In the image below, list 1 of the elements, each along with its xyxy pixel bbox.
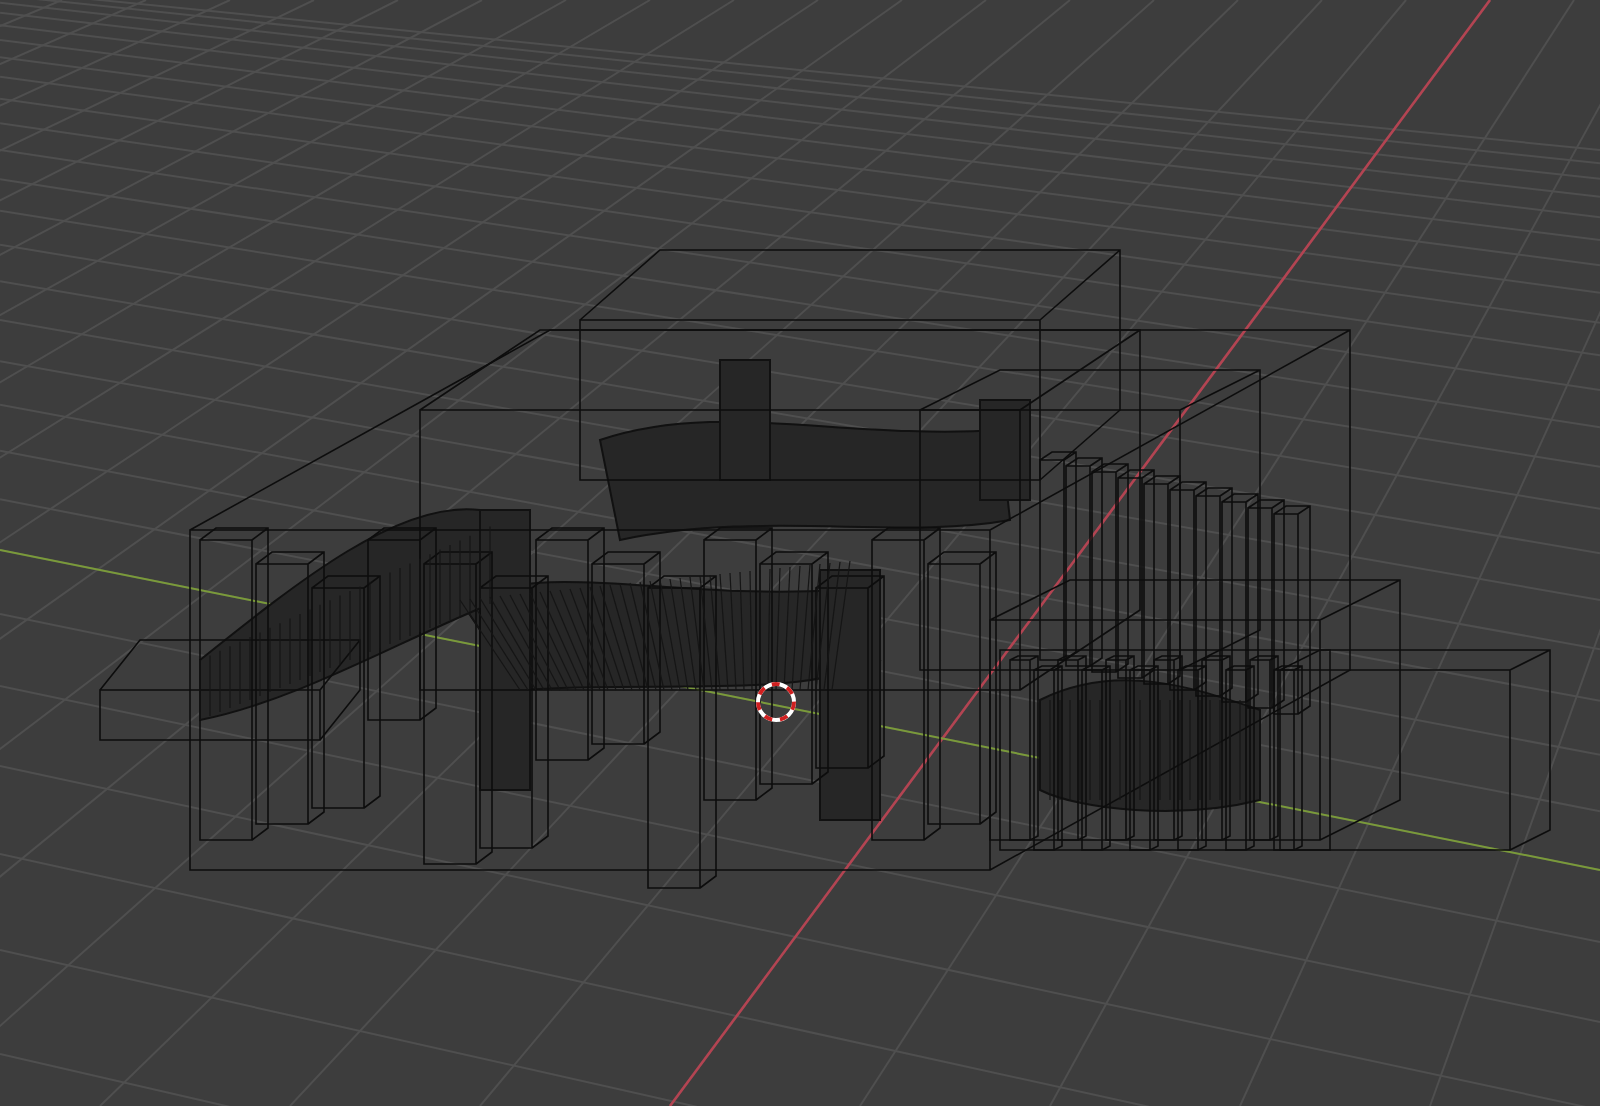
3d-cursor-icon bbox=[756, 682, 796, 722]
